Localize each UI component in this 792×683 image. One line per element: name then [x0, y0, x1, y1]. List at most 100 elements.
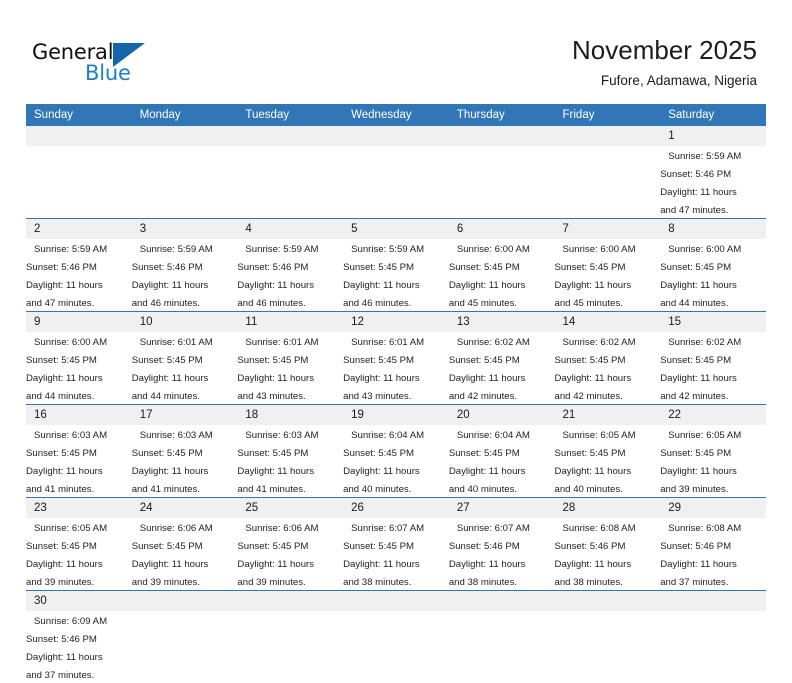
- day-cell[interactable]: [26, 126, 132, 219]
- day-number: [449, 591, 555, 611]
- day-info: Sunrise: 6:08 AM Sunset: 5:46 PM Dayligh…: [660, 520, 741, 588]
- day-cell[interactable]: 29Sunrise: 6:08 AM Sunset: 5:46 PM Dayli…: [660, 498, 766, 591]
- day-cell[interactable]: [132, 126, 238, 219]
- day-cell[interactable]: [660, 591, 766, 683]
- day-cell[interactable]: 7Sunrise: 6:00 AM Sunset: 5:45 PM Daylig…: [555, 219, 661, 312]
- general-blue-logo[interactable]: General Blue: [32, 40, 147, 90]
- day-number: 21: [555, 405, 661, 425]
- day-number: 8: [660, 219, 766, 239]
- day-info: Sunrise: 5:59 AM Sunset: 5:46 PM Dayligh…: [660, 148, 741, 216]
- day-cell[interactable]: 8Sunrise: 6:00 AM Sunset: 5:45 PM Daylig…: [660, 219, 766, 312]
- day-number: 11: [237, 312, 343, 332]
- column-header-wednesday: Wednesday: [343, 104, 449, 126]
- day-number: 19: [343, 405, 449, 425]
- day-number: 10: [132, 312, 238, 332]
- day-info: Sunrise: 6:09 AM Sunset: 5:46 PM Dayligh…: [26, 613, 107, 681]
- day-info: Sunrise: 6:00 AM Sunset: 5:45 PM Dayligh…: [26, 334, 107, 402]
- day-number: [343, 126, 449, 146]
- day-cell[interactable]: 14Sunrise: 6:02 AM Sunset: 5:45 PM Dayli…: [555, 312, 661, 405]
- calendar-week-row: 23Sunrise: 6:05 AM Sunset: 5:45 PM Dayli…: [26, 498, 766, 591]
- day-info: Sunrise: 6:02 AM Sunset: 5:45 PM Dayligh…: [449, 334, 530, 402]
- day-cell[interactable]: [449, 591, 555, 683]
- calendar-page: General Blue November 2025 Fufore, Adama…: [0, 0, 792, 612]
- day-info: Sunrise: 6:03 AM Sunset: 5:45 PM Dayligh…: [132, 427, 213, 495]
- day-cell[interactable]: 15Sunrise: 6:02 AM Sunset: 5:45 PM Dayli…: [660, 312, 766, 405]
- day-info: Sunrise: 6:07 AM Sunset: 5:45 PM Dayligh…: [343, 520, 424, 588]
- day-cell[interactable]: 27Sunrise: 6:07 AM Sunset: 5:46 PM Dayli…: [449, 498, 555, 591]
- day-cell[interactable]: [555, 126, 661, 219]
- day-cell[interactable]: 26Sunrise: 6:07 AM Sunset: 5:45 PM Dayli…: [343, 498, 449, 591]
- day-info: Sunrise: 5:59 AM Sunset: 5:46 PM Dayligh…: [237, 241, 318, 309]
- day-info: Sunrise: 6:01 AM Sunset: 5:45 PM Dayligh…: [132, 334, 213, 402]
- day-number: 9: [26, 312, 132, 332]
- day-cell[interactable]: 16Sunrise: 6:03 AM Sunset: 5:45 PM Dayli…: [26, 405, 132, 498]
- day-cell[interactable]: 30Sunrise: 6:09 AM Sunset: 5:46 PM Dayli…: [26, 591, 132, 683]
- day-number: 27: [449, 498, 555, 518]
- day-cell[interactable]: [555, 591, 661, 683]
- day-info: Sunrise: 6:04 AM Sunset: 5:45 PM Dayligh…: [343, 427, 424, 495]
- day-number: 22: [660, 405, 766, 425]
- day-cell[interactable]: 1Sunrise: 5:59 AM Sunset: 5:46 PM Daylig…: [660, 126, 766, 219]
- day-cell[interactable]: 20Sunrise: 6:04 AM Sunset: 5:45 PM Dayli…: [449, 405, 555, 498]
- day-number: 7: [555, 219, 661, 239]
- day-cell[interactable]: 4Sunrise: 5:59 AM Sunset: 5:46 PM Daylig…: [237, 219, 343, 312]
- day-cell[interactable]: [449, 126, 555, 219]
- day-cell[interactable]: [343, 591, 449, 683]
- page-header: General Blue November 2025 Fufore, Adama…: [0, 0, 792, 103]
- day-cell[interactable]: 23Sunrise: 6:05 AM Sunset: 5:45 PM Dayli…: [26, 498, 132, 591]
- day-number: 18: [237, 405, 343, 425]
- calendar-week-row: 2Sunrise: 5:59 AM Sunset: 5:46 PM Daylig…: [26, 219, 766, 312]
- day-info: Sunrise: 5:59 AM Sunset: 5:45 PM Dayligh…: [343, 241, 424, 309]
- calendar-header-row: Sunday Monday Tuesday Wednesday Thursday…: [26, 104, 766, 126]
- day-cell[interactable]: 22Sunrise: 6:05 AM Sunset: 5:45 PM Dayli…: [660, 405, 766, 498]
- day-number: [449, 126, 555, 146]
- calendar-week-row: 16Sunrise: 6:03 AM Sunset: 5:45 PM Dayli…: [26, 405, 766, 498]
- day-cell[interactable]: 24Sunrise: 6:06 AM Sunset: 5:45 PM Dayli…: [132, 498, 238, 591]
- day-cell[interactable]: 28Sunrise: 6:08 AM Sunset: 5:46 PM Dayli…: [555, 498, 661, 591]
- day-number: 6: [449, 219, 555, 239]
- day-cell[interactable]: 6Sunrise: 6:00 AM Sunset: 5:45 PM Daylig…: [449, 219, 555, 312]
- day-number: [26, 126, 132, 146]
- column-header-saturday: Saturday: [660, 104, 766, 126]
- day-number: [555, 591, 661, 611]
- day-info: Sunrise: 6:07 AM Sunset: 5:46 PM Dayligh…: [449, 520, 530, 588]
- day-cell[interactable]: 10Sunrise: 6:01 AM Sunset: 5:45 PM Dayli…: [132, 312, 238, 405]
- day-number: 5: [343, 219, 449, 239]
- day-cell[interactable]: 19Sunrise: 6:04 AM Sunset: 5:45 PM Dayli…: [343, 405, 449, 498]
- calendar-week-row: 9Sunrise: 6:00 AM Sunset: 5:45 PM Daylig…: [26, 312, 766, 405]
- day-cell[interactable]: 17Sunrise: 6:03 AM Sunset: 5:45 PM Dayli…: [132, 405, 238, 498]
- page-title: November 2025: [572, 34, 757, 66]
- day-info: Sunrise: 6:06 AM Sunset: 5:45 PM Dayligh…: [237, 520, 318, 588]
- day-cell[interactable]: 2Sunrise: 5:59 AM Sunset: 5:46 PM Daylig…: [26, 219, 132, 312]
- day-number: 16: [26, 405, 132, 425]
- day-number: 23: [26, 498, 132, 518]
- day-cell[interactable]: 13Sunrise: 6:02 AM Sunset: 5:45 PM Dayli…: [449, 312, 555, 405]
- day-info: Sunrise: 6:08 AM Sunset: 5:46 PM Dayligh…: [555, 520, 636, 588]
- day-cell[interactable]: 25Sunrise: 6:06 AM Sunset: 5:45 PM Dayli…: [237, 498, 343, 591]
- day-number: 3: [132, 219, 238, 239]
- day-cell[interactable]: 12Sunrise: 6:01 AM Sunset: 5:45 PM Dayli…: [343, 312, 449, 405]
- day-info: Sunrise: 6:02 AM Sunset: 5:45 PM Dayligh…: [660, 334, 741, 402]
- day-cell[interactable]: [237, 126, 343, 219]
- day-cell[interactable]: 3Sunrise: 5:59 AM Sunset: 5:46 PM Daylig…: [132, 219, 238, 312]
- day-info: Sunrise: 6:00 AM Sunset: 5:45 PM Dayligh…: [555, 241, 636, 309]
- day-number: 13: [449, 312, 555, 332]
- day-cell[interactable]: 18Sunrise: 6:03 AM Sunset: 5:45 PM Dayli…: [237, 405, 343, 498]
- day-cell[interactable]: 9Sunrise: 6:00 AM Sunset: 5:45 PM Daylig…: [26, 312, 132, 405]
- day-cell[interactable]: [343, 126, 449, 219]
- title-block: November 2025 Fufore, Adamawa, Nigeria: [572, 34, 757, 89]
- day-info: Sunrise: 5:59 AM Sunset: 5:46 PM Dayligh…: [26, 241, 107, 309]
- day-info: Sunrise: 6:03 AM Sunset: 5:45 PM Dayligh…: [26, 427, 107, 495]
- day-cell[interactable]: [237, 591, 343, 683]
- column-header-tuesday: Tuesday: [237, 104, 343, 126]
- day-cell[interactable]: 5Sunrise: 5:59 AM Sunset: 5:45 PM Daylig…: [343, 219, 449, 312]
- day-cell[interactable]: [132, 591, 238, 683]
- day-info: Sunrise: 6:01 AM Sunset: 5:45 PM Dayligh…: [237, 334, 318, 402]
- day-number: 15: [660, 312, 766, 332]
- day-number: 14: [555, 312, 661, 332]
- day-cell[interactable]: 21Sunrise: 6:05 AM Sunset: 5:45 PM Dayli…: [555, 405, 661, 498]
- day-cell[interactable]: 11Sunrise: 6:01 AM Sunset: 5:45 PM Dayli…: [237, 312, 343, 405]
- column-header-sunday: Sunday: [26, 104, 132, 126]
- day-number: 24: [132, 498, 238, 518]
- day-number: [132, 126, 238, 146]
